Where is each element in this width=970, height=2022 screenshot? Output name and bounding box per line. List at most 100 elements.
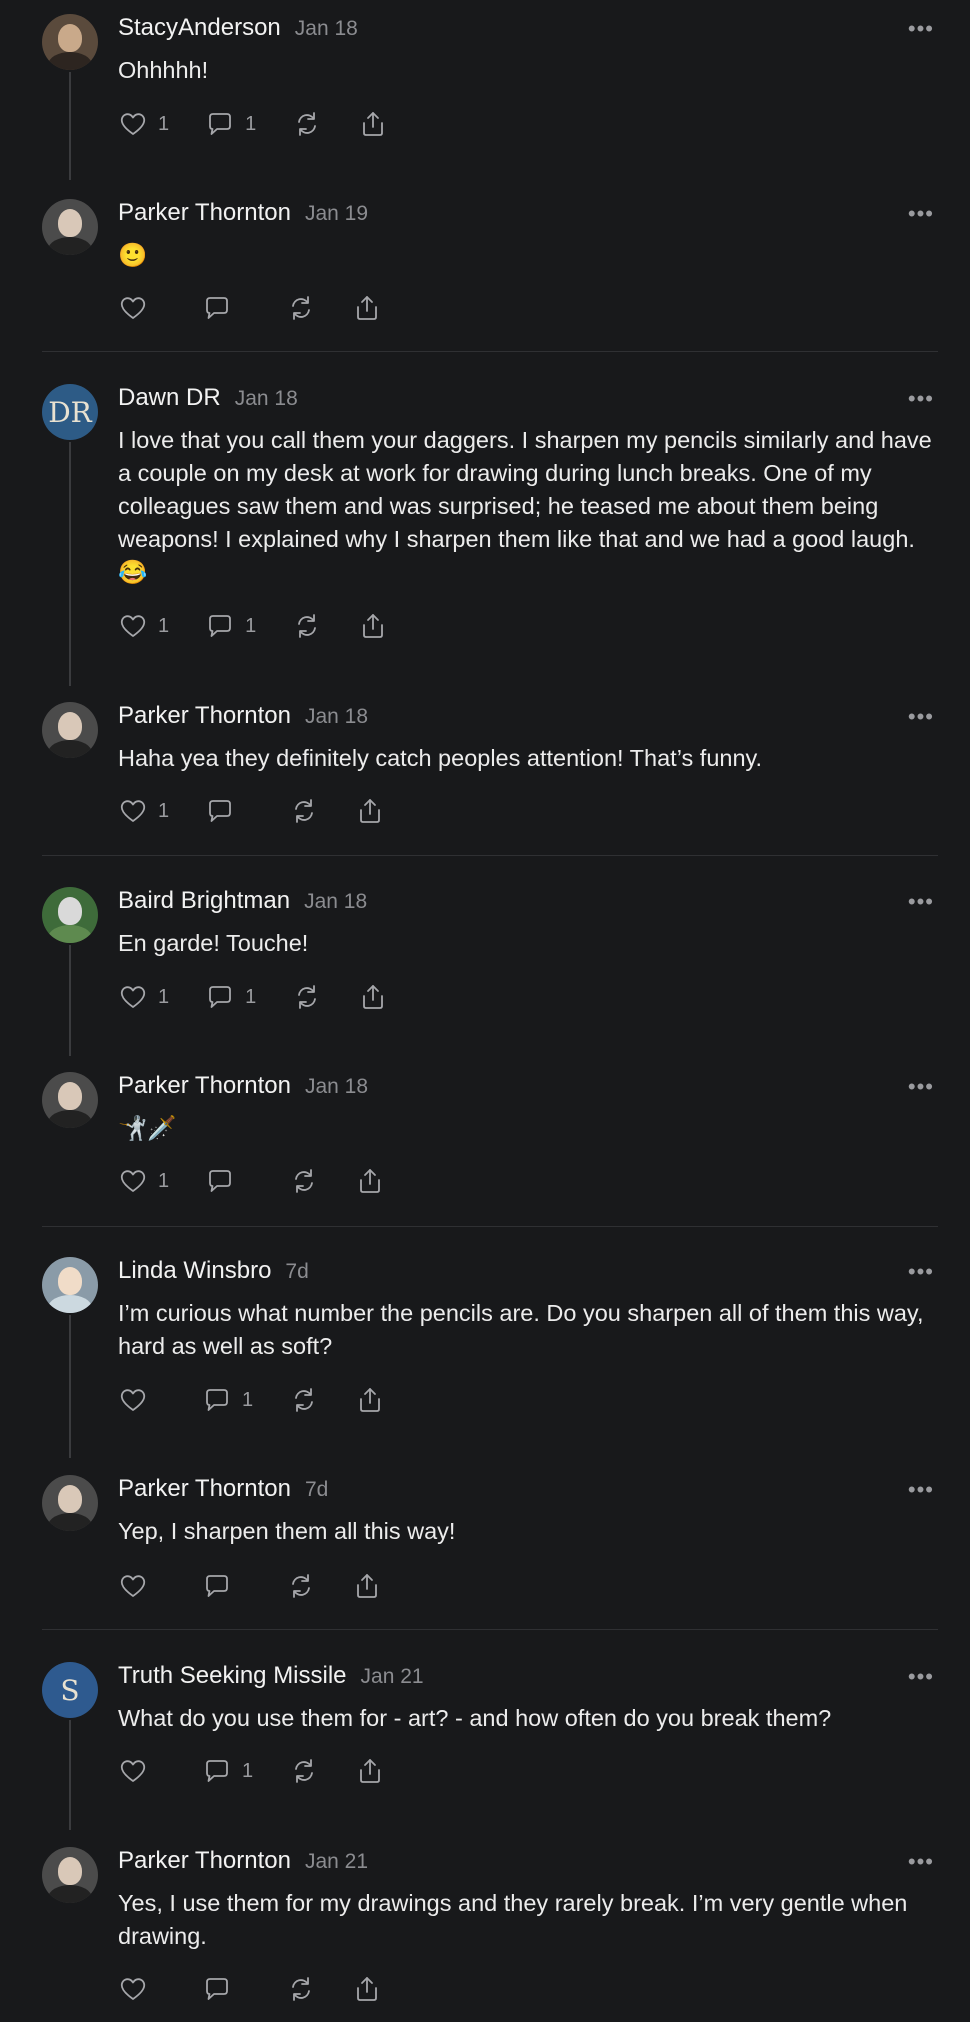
- thread-connector-line: [69, 72, 71, 180]
- action-bar: [118, 292, 418, 324]
- avatar[interactable]: S: [42, 1662, 98, 1718]
- avatar[interactable]: DR: [42, 384, 98, 440]
- more-icon[interactable]: •••: [908, 1664, 934, 1690]
- like-button[interactable]: [118, 293, 166, 323]
- share-icon: [360, 1759, 381, 1783]
- share-button[interactable]: [358, 611, 388, 641]
- reply-button[interactable]: [202, 1974, 250, 2004]
- share-icon: [357, 296, 377, 320]
- avatar[interactable]: [42, 1257, 98, 1313]
- repost-button[interactable]: [286, 1974, 316, 2004]
- more-icon[interactable]: •••: [908, 386, 934, 412]
- action-bar: 1 1: [118, 981, 424, 1013]
- like-button[interactable]: [118, 1974, 166, 2004]
- avatar-monogram: DR: [48, 395, 92, 429]
- like-button[interactable]: 1: [118, 982, 169, 1012]
- thread-divider: [42, 351, 938, 352]
- share-button[interactable]: [358, 109, 388, 139]
- author-name[interactable]: Linda Winsbro: [118, 1257, 271, 1284]
- author-name[interactable]: Parker Thornton: [118, 702, 291, 729]
- comment-icon: [209, 800, 232, 822]
- post-date: Jan 21: [304, 1850, 369, 1873]
- action-bar: 1: [118, 795, 421, 827]
- like-button[interactable]: 1: [118, 109, 169, 139]
- avatar[interactable]: [42, 199, 98, 255]
- comment-icon: [206, 297, 228, 319]
- comment-text: I’m curious what number the pencils are.…: [118, 1300, 924, 1359]
- comment-icon: [209, 1170, 232, 1192]
- repost-icon: [295, 1759, 314, 1783]
- reply-button[interactable]: [205, 796, 253, 826]
- repost-button[interactable]: [286, 1571, 316, 1601]
- share-button[interactable]: [358, 982, 388, 1012]
- heart-icon: [120, 297, 146, 319]
- avatar[interactable]: [42, 1072, 98, 1128]
- share-button[interactable]: [352, 293, 382, 323]
- reply-button[interactable]: [205, 1166, 253, 1196]
- avatar[interactable]: [42, 887, 98, 943]
- comment-text: Yes, I use them for my drawings and they…: [118, 1890, 908, 1949]
- like-button[interactable]: 1: [118, 611, 169, 641]
- avatar[interactable]: [42, 702, 98, 758]
- comment-icon: [206, 1575, 228, 1597]
- repost-icon: [295, 1169, 314, 1193]
- author-name[interactable]: Dawn DR: [118, 384, 221, 411]
- more-icon[interactable]: •••: [908, 16, 934, 42]
- repost-button[interactable]: [292, 611, 322, 641]
- author-name[interactable]: Truth Seeking Missile: [118, 1662, 347, 1689]
- reply-button[interactable]: 1: [202, 1385, 253, 1415]
- thread-divider: [42, 855, 938, 856]
- like-button[interactable]: [118, 1385, 166, 1415]
- like-count: 1: [158, 985, 170, 1008]
- share-button[interactable]: [355, 1166, 385, 1196]
- comment-count: 1: [245, 614, 257, 637]
- reply-button[interactable]: 1: [202, 1756, 253, 1786]
- comment-count: 1: [245, 985, 257, 1008]
- avatar[interactable]: [42, 1475, 98, 1531]
- author-name[interactable]: Baird Brightman: [118, 887, 290, 914]
- like-button[interactable]: [118, 1756, 166, 1786]
- repost-button[interactable]: [289, 1385, 319, 1415]
- share-icon: [360, 1388, 381, 1412]
- author-name[interactable]: Parker Thornton: [118, 1475, 291, 1502]
- avatar[interactable]: [42, 1847, 98, 1903]
- share-button[interactable]: [352, 1571, 382, 1601]
- repost-button[interactable]: [292, 109, 322, 139]
- reply-button[interactable]: 1: [205, 109, 256, 139]
- reply-button[interactable]: [202, 1571, 250, 1601]
- author-name[interactable]: Parker Thornton: [118, 1847, 291, 1874]
- more-icon[interactable]: •••: [908, 1259, 934, 1285]
- like-count: 1: [158, 799, 170, 822]
- comment-count: 1: [242, 1388, 254, 1411]
- share-button[interactable]: [355, 1385, 385, 1415]
- more-icon[interactable]: •••: [908, 704, 934, 730]
- more-icon[interactable]: •••: [908, 201, 934, 227]
- more-icon[interactable]: •••: [908, 1074, 934, 1100]
- more-icon[interactable]: •••: [908, 1477, 934, 1503]
- author-name[interactable]: StacyAnderson: [118, 14, 281, 41]
- more-icon[interactable]: •••: [908, 1849, 934, 1875]
- author-name[interactable]: Parker Thornton: [118, 199, 291, 226]
- comment-text: 🤺🗡️: [118, 1115, 177, 1141]
- like-button[interactable]: 1: [118, 796, 169, 826]
- like-button[interactable]: 1: [118, 1166, 169, 1196]
- author-name[interactable]: Parker Thornton: [118, 1072, 291, 1099]
- comment-text: Haha yea they definitely catch peoples a…: [118, 745, 763, 771]
- avatar[interactable]: [42, 14, 98, 70]
- repost-button[interactable]: [289, 796, 319, 826]
- reply-button[interactable]: 1: [205, 611, 256, 641]
- more-icon[interactable]: •••: [908, 889, 934, 915]
- share-button[interactable]: [355, 796, 385, 826]
- repost-button[interactable]: [286, 293, 316, 323]
- repost-icon: [298, 614, 317, 638]
- thread-divider: [42, 1226, 938, 1227]
- repost-button[interactable]: [289, 1166, 319, 1196]
- share-button[interactable]: [352, 1974, 382, 2004]
- reply-button[interactable]: 1: [205, 982, 256, 1012]
- share-button[interactable]: [355, 1756, 385, 1786]
- comment-icon: [209, 986, 232, 1008]
- reply-button[interactable]: [202, 293, 250, 323]
- repost-button[interactable]: [292, 982, 322, 1012]
- like-button[interactable]: [118, 1571, 166, 1601]
- repost-button[interactable]: [289, 1756, 319, 1786]
